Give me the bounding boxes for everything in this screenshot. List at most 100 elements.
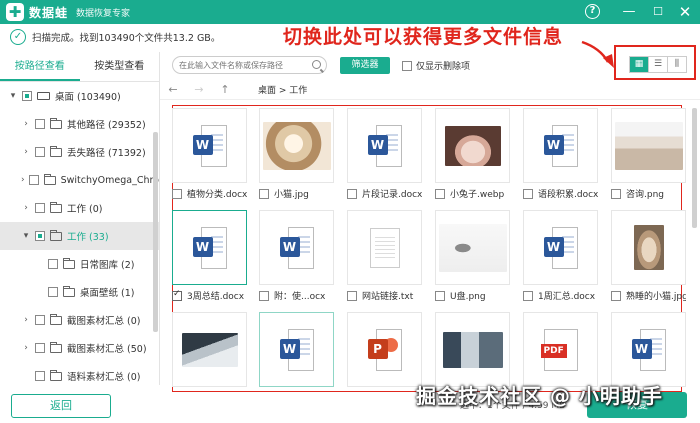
maximize-icon[interactable]: ☐ (649, 3, 667, 21)
tree-checkbox[interactable] (35, 119, 45, 129)
tree-checkbox[interactable] (22, 91, 32, 101)
file-thumbnail[interactable]: W (523, 210, 598, 285)
file-tile[interactable]: 熟睡的小猫.jpg (611, 210, 686, 302)
tree-item[interactable]: › 工作 (0) (0, 194, 159, 222)
chevron-right-icon[interactable]: › (21, 203, 31, 213)
file-thumbnail[interactable] (435, 210, 510, 285)
tab-by-path[interactable]: 按路径查看 (0, 52, 80, 81)
file-tile[interactable]: W 片段记录.docx (347, 108, 422, 200)
file-tile[interactable]: 咨询.png (611, 108, 686, 200)
file-tile[interactable]: P (347, 312, 422, 387)
file-tile[interactable]: W (611, 312, 686, 387)
tree-checkbox[interactable] (48, 259, 58, 269)
back-arrow-icon[interactable]: ← (160, 83, 186, 96)
file-tile[interactable]: W 语段积累.docx (523, 108, 598, 200)
tree-checkbox[interactable] (35, 315, 45, 325)
chevron-down-icon[interactable]: ▾ (21, 231, 31, 241)
minimize-icon[interactable]: — (620, 3, 638, 21)
help-icon[interactable]: ? (585, 4, 600, 19)
left-scrollbar[interactable] (153, 132, 158, 332)
file-tile[interactable]: W (259, 312, 334, 387)
file-checkbox[interactable] (435, 188, 445, 199)
up-arrow-icon[interactable]: ↑ (212, 83, 238, 96)
grid-scrollbar[interactable] (692, 108, 697, 228)
list-view-icon[interactable]: ☰ (649, 57, 668, 72)
search-icon[interactable] (312, 60, 321, 69)
file-tile[interactable]: U盘.png (435, 210, 510, 302)
file-thumbnail[interactable]: W (611, 312, 686, 387)
file-tile[interactable]: 小兔子.webp (435, 108, 510, 200)
file-tile[interactable]: PDF (523, 312, 598, 387)
filter-button[interactable]: 筛选器 (340, 57, 390, 74)
file-tile[interactable]: W 植物分类.docx (172, 108, 247, 200)
grid-view-icon[interactable]: ▦ (630, 57, 649, 72)
tab-by-type[interactable]: 按类型查看 (80, 52, 160, 81)
file-thumbnail[interactable] (611, 210, 686, 285)
file-thumbnail[interactable]: W (259, 312, 334, 387)
file-tile[interactable]: W 1周汇总.docx (523, 210, 598, 302)
file-thumbnail[interactable]: P (347, 312, 422, 387)
tree-checkbox[interactable] (35, 371, 45, 381)
file-checkbox[interactable] (435, 290, 445, 301)
file-thumbnail[interactable] (611, 108, 686, 183)
file-checkbox[interactable] (523, 188, 533, 199)
chevron-right-icon[interactable]: › (21, 175, 25, 185)
tree-item[interactable]: 语料素材汇总 (0) (0, 362, 159, 390)
file-tile[interactable] (172, 312, 247, 387)
tree-item[interactable]: ▾ 工作 (33) (0, 222, 159, 250)
file-thumbnail[interactable]: W (347, 108, 422, 183)
file-tile[interactable]: W 附：使...ocx (259, 210, 334, 302)
tree-item[interactable]: › 截图素材汇总 (0) (0, 306, 159, 334)
chevron-right-icon[interactable]: › (21, 147, 31, 157)
tree-checkbox[interactable] (35, 231, 45, 241)
file-tile[interactable]: 网站链接.txt (347, 210, 422, 302)
tree-checkbox[interactable] (28, 175, 39, 185)
search-input[interactable] (179, 57, 309, 73)
tree-checkbox[interactable] (35, 147, 45, 157)
file-checkbox[interactable] (172, 188, 182, 199)
file-thumbnail[interactable] (172, 312, 247, 387)
file-tile[interactable]: W 3周总结.docx (172, 210, 247, 302)
file-checkbox[interactable] (611, 188, 621, 199)
chevron-right-icon[interactable]: › (21, 343, 31, 353)
file-checkbox[interactable] (259, 188, 269, 199)
chevron-right-icon[interactable]: › (21, 119, 31, 129)
file-checkbox[interactable] (347, 188, 357, 199)
chevron-down-icon[interactable]: ▾ (8, 91, 18, 101)
tree-checkbox[interactable] (35, 203, 45, 213)
scan-status: ✓ 扫描完成。找到103490个文件共13.2 GB。 (10, 28, 220, 46)
file-thumbnail[interactable]: W (523, 108, 598, 183)
file-thumbnail[interactable] (259, 108, 334, 183)
back-button[interactable]: 返回 (11, 394, 111, 418)
tree-checkbox[interactable] (48, 287, 58, 297)
forward-arrow-icon[interactable]: → (186, 83, 212, 96)
file-checkbox[interactable] (611, 290, 621, 301)
tree-checkbox[interactable] (35, 343, 45, 353)
file-checkbox[interactable] (172, 289, 182, 301)
only-deleted-toggle[interactable]: 仅显示删除项 (402, 59, 470, 72)
detail-view-icon[interactable]: ⫼ (668, 57, 686, 72)
file-tile[interactable]: 小猫.jpg (259, 108, 334, 200)
file-thumbnail[interactable] (435, 108, 510, 183)
file-thumbnail[interactable]: W (259, 210, 334, 285)
file-thumbnail[interactable]: PDF (523, 312, 598, 387)
tree-item[interactable]: › 其他路径 (29352) (0, 110, 159, 138)
only-deleted-checkbox[interactable] (402, 60, 412, 71)
file-thumbnail[interactable] (347, 210, 422, 285)
tree-item[interactable]: 日常图库 (2) (0, 250, 159, 278)
file-thumbnail[interactable]: W (172, 210, 247, 285)
file-checkbox[interactable] (347, 290, 357, 301)
file-tile[interactable] (435, 312, 510, 387)
tree-item[interactable]: › 截图素材汇总 (50) (0, 334, 159, 362)
view-mode-switch: ▦ ☰ ⫼ (629, 56, 687, 73)
tree-item[interactable]: › 丢失路径 (71392) (0, 138, 159, 166)
file-checkbox[interactable] (259, 290, 269, 301)
chevron-right-icon[interactable]: › (21, 315, 31, 325)
file-thumbnail[interactable] (435, 312, 510, 387)
file-thumbnail[interactable]: W (172, 108, 247, 183)
tree-item[interactable]: ▾ 桌面 (103490) (0, 82, 159, 110)
file-checkbox[interactable] (523, 290, 533, 301)
tree-item[interactable]: › SwitchyOmega_Chromium (0, 166, 159, 194)
close-icon[interactable]: ✕ (676, 3, 694, 21)
tree-item[interactable]: 桌面壁纸 (1) (0, 278, 159, 306)
